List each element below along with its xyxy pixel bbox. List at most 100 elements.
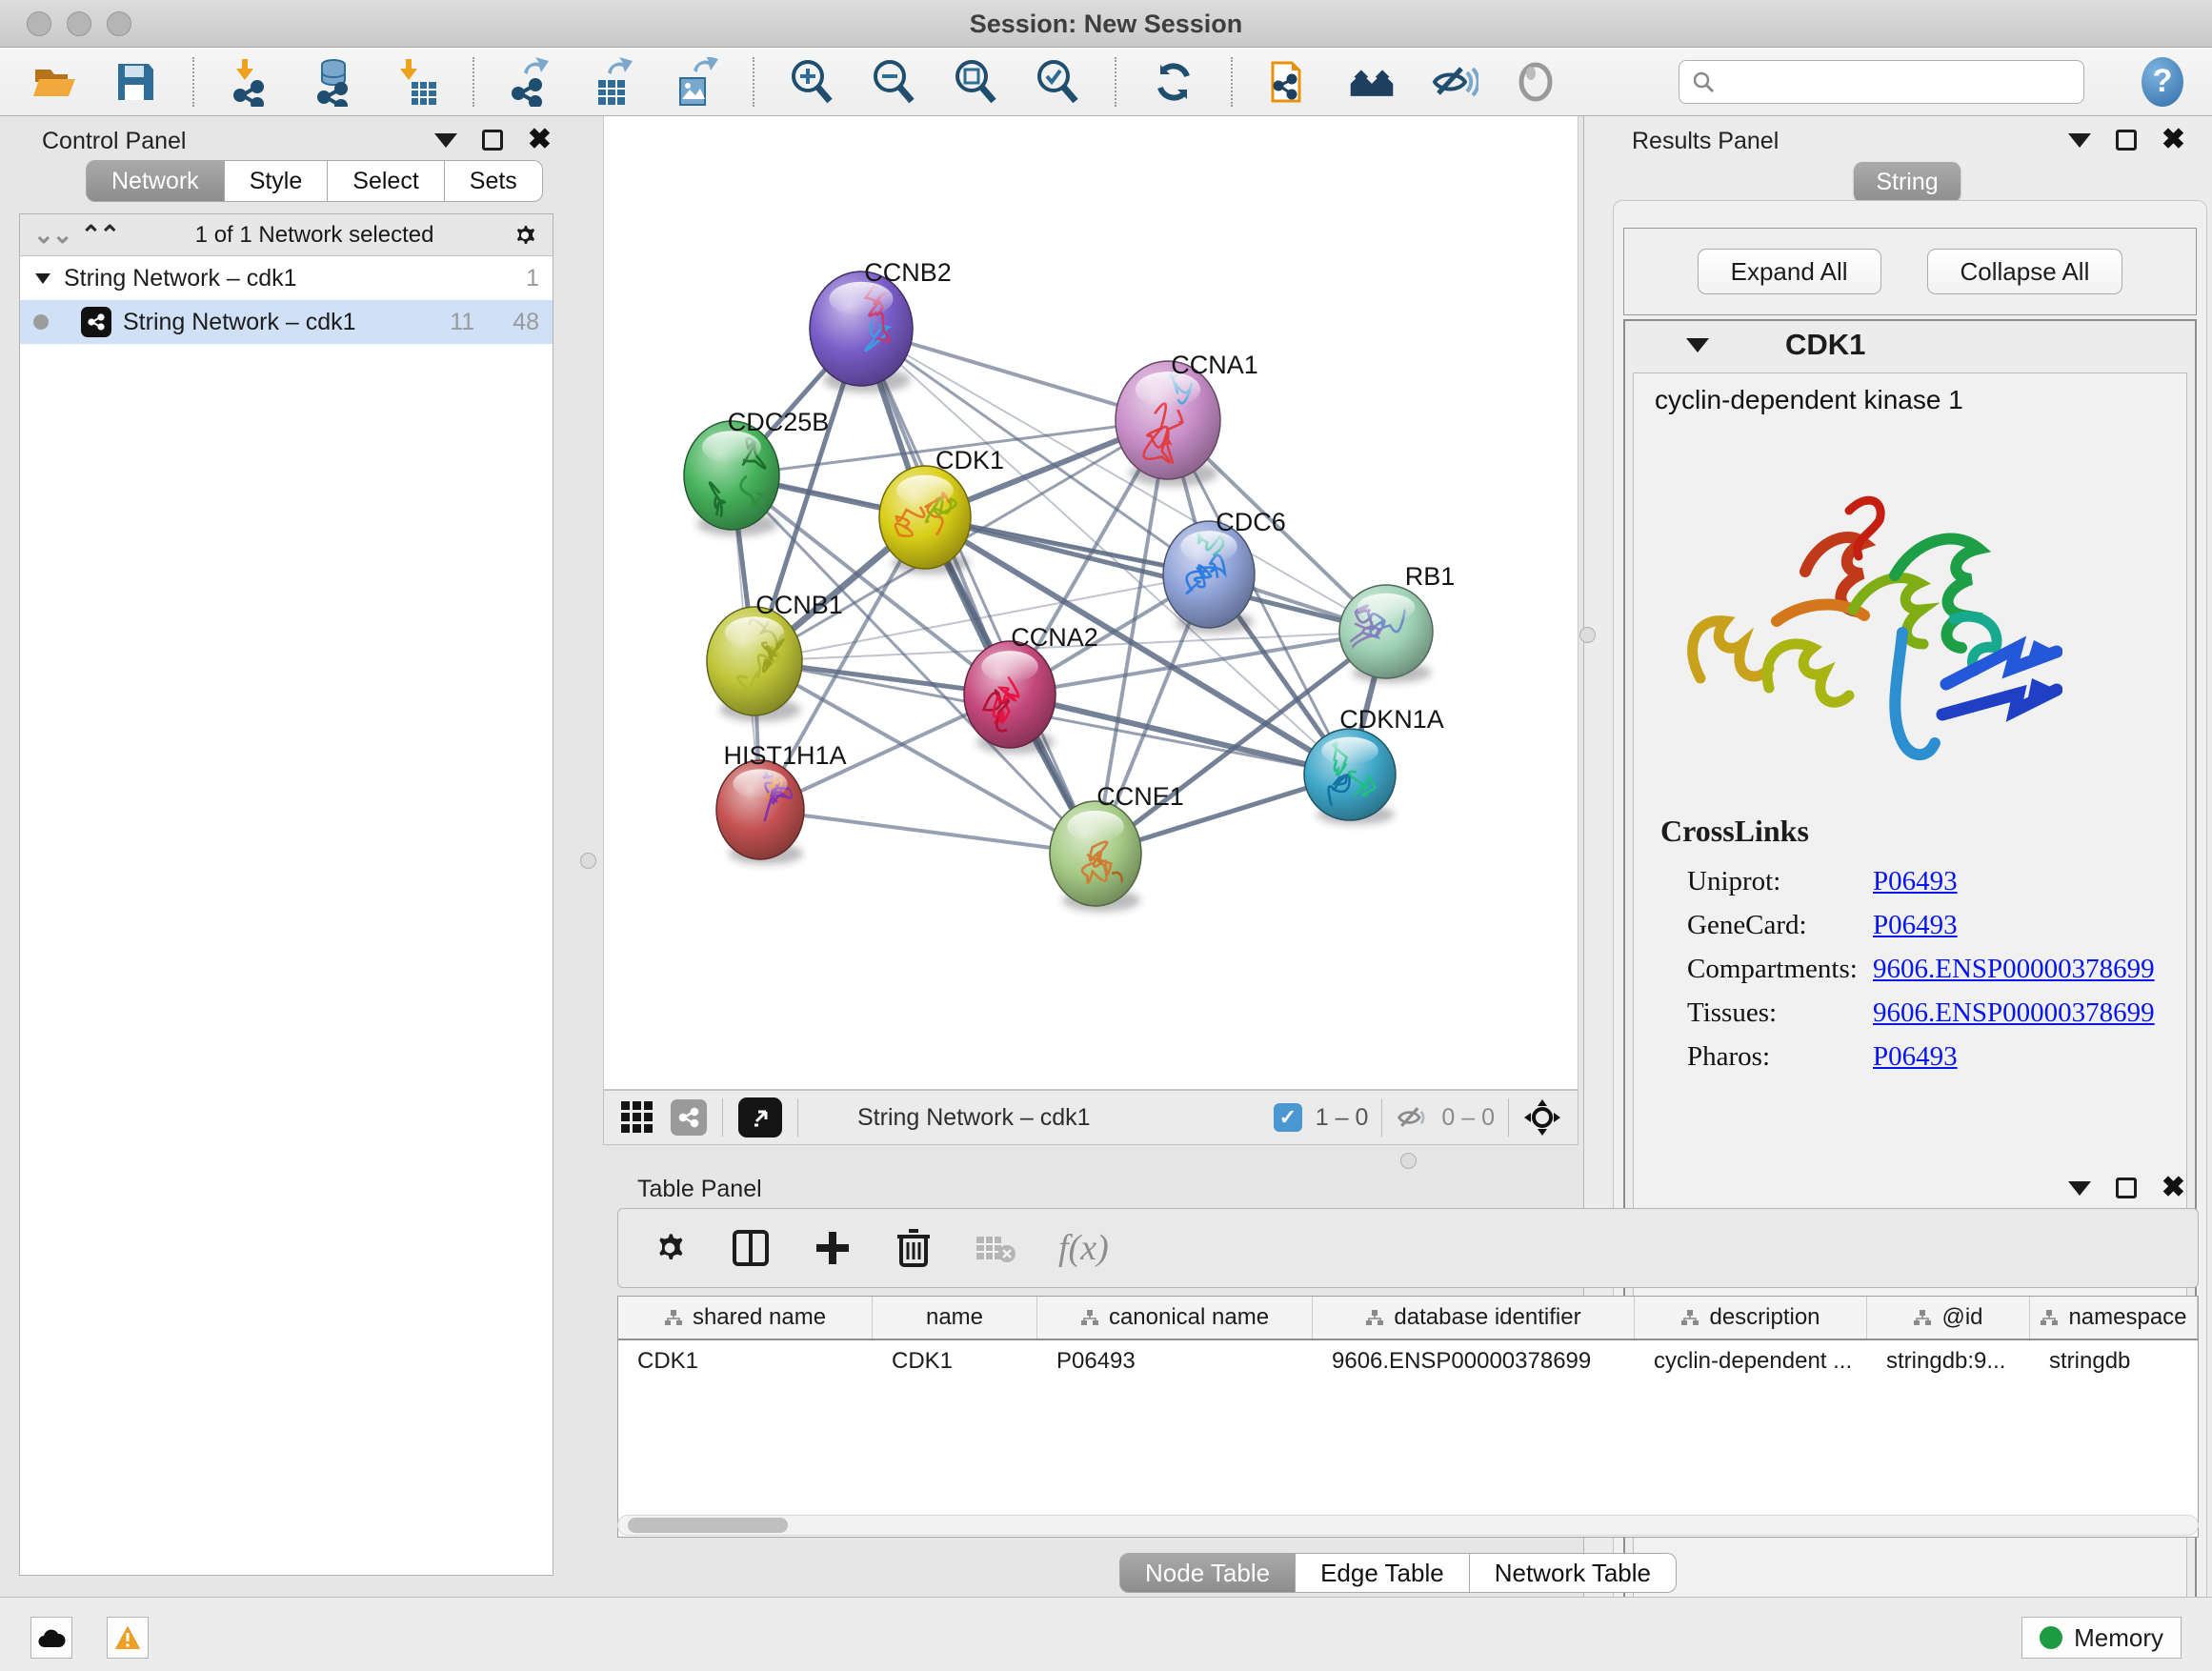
toolbar-search[interactable] [1679, 60, 2084, 104]
column-header-shared-name[interactable]: shared name [618, 1297, 873, 1339]
tab-edge-table[interactable]: Edge Table [1296, 1553, 1470, 1593]
panel-menu-icon[interactable] [2068, 1181, 2091, 1196]
close-panel-icon[interactable]: ✖ [2162, 130, 2185, 151]
crosslink-link[interactable]: 9606.ENSP00000378699 [1873, 954, 2155, 985]
float-panel-icon[interactable] [482, 130, 503, 151]
table-cell[interactable]: CDK1 [873, 1340, 1037, 1382]
delete-column-icon[interactable] [895, 1227, 933, 1269]
table-options-gear-icon[interactable] [651, 1229, 689, 1267]
network-options-gear-icon[interactable] [511, 221, 539, 250]
open-in-window-icon[interactable] [738, 1097, 782, 1137]
column-header-database-identifier[interactable]: database identifier [1313, 1297, 1635, 1339]
graph-edge-CCNA2-CDKN1A[interactable] [1010, 695, 1350, 775]
collection-label: String Network – cdk1 [64, 265, 297, 292]
graph-node-RB1[interactable]: RB1 [1339, 562, 1455, 683]
float-panel-icon[interactable] [2116, 130, 2137, 151]
network-share-icon[interactable] [671, 1099, 707, 1136]
table-cell[interactable]: stringdb:9... [1867, 1340, 2030, 1382]
tab-string[interactable]: String [1854, 162, 1961, 202]
scrollbar-thumb[interactable] [628, 1518, 788, 1533]
graph-node-HIST1H1A[interactable]: HIST1H1A [716, 741, 847, 864]
network-row-selected[interactable]: String Network – cdk1 11 48 [20, 300, 553, 344]
right-splitter-handle[interactable] [1579, 627, 1596, 643]
crosslink-link[interactable]: 9606.ENSP00000378699 [1873, 997, 2155, 1029]
cloud-status-button[interactable] [30, 1617, 72, 1659]
graph-edge-HIST1H1A-CCNE1[interactable] [760, 810, 1096, 854]
export-image-icon[interactable] [671, 57, 720, 107]
section-collapse-icon[interactable] [1686, 338, 1709, 352]
add-column-icon[interactable] [813, 1228, 853, 1268]
column-header-namespace[interactable]: namespace [2030, 1297, 2198, 1339]
graph-node-CDC25B[interactable]: CDC25B [684, 408, 829, 536]
birds-eye-view-icon[interactable] [619, 1099, 655, 1136]
table-row[interactable]: CDK1CDK1P064939606.ENSP00000378699cyclin… [618, 1340, 2198, 1382]
table-horizontal-scrollbar[interactable] [617, 1515, 2199, 1536]
hide-unhide-icon[interactable] [1429, 57, 1478, 107]
help-icon[interactable]: ? [2142, 57, 2183, 107]
collapse-all-networks-icon[interactable]: ⌄⌄ [33, 220, 71, 250]
expand-all-button[interactable]: Expand All [1698, 249, 1881, 294]
toolbar-separator [473, 57, 474, 107]
save-session-icon[interactable] [111, 57, 160, 107]
network-canvas[interactable]: CCNB2CCNA1CDC25BCDK1CDC6RB1CCNB1CCNA2CDK… [603, 116, 1579, 1090]
memory-button[interactable]: Memory [2021, 1617, 2182, 1659]
warnings-button[interactable] [107, 1617, 149, 1659]
export-network-icon[interactable] [507, 57, 556, 107]
import-network-from-database-icon[interactable] [309, 57, 358, 107]
import-table-icon[interactable] [391, 57, 440, 107]
crosslink-link[interactable]: P06493 [1873, 910, 1958, 941]
tab-sets[interactable]: Sets [445, 160, 543, 202]
tab-network[interactable]: Network [86, 160, 225, 202]
close-panel-icon[interactable]: ✖ [2162, 1178, 2185, 1198]
expand-all-networks-icon[interactable]: ⌃⌃ [81, 220, 119, 250]
column-header-canonical-name[interactable]: canonical name [1037, 1297, 1313, 1339]
selected-checkbox-icon[interactable]: ✓ [1274, 1103, 1302, 1132]
collapse-all-button[interactable]: Collapse All [1927, 249, 2123, 294]
table-cell[interactable]: CDK1 [618, 1340, 873, 1382]
zoom-out-icon[interactable] [869, 57, 918, 107]
preview-icon[interactable] [1511, 57, 1560, 107]
column-header--id[interactable]: @id [1867, 1297, 2030, 1339]
export-table-icon[interactable] [589, 57, 638, 107]
table-cell[interactable]: stringdb [2030, 1340, 2198, 1382]
float-panel-icon[interactable] [2116, 1178, 2137, 1198]
network-collection-row[interactable]: String Network – cdk1 1 [20, 256, 553, 300]
share-document-icon[interactable] [1265, 57, 1315, 107]
function-builder-icon[interactable]: f(x) [1058, 1227, 1109, 1269]
graph-edge-CCNB2-CCNE1[interactable] [861, 329, 1096, 854]
tab-style[interactable]: Style [225, 160, 329, 202]
protein-section-header[interactable]: CDK1 [1625, 321, 2195, 369]
bottom-splitter-handle[interactable] [1400, 1153, 1417, 1169]
crosslink-link[interactable]: P06493 [1873, 1041, 1958, 1073]
close-panel-icon[interactable]: ✖ [528, 130, 552, 151]
refresh-icon[interactable] [1149, 57, 1198, 107]
zoom-fit-icon[interactable] [951, 57, 1000, 107]
column-header-description[interactable]: description [1635, 1297, 1867, 1339]
fit-crosshair-icon[interactable] [1522, 1097, 1562, 1137]
crosslink-link[interactable]: P06493 [1873, 866, 1958, 897]
show-columns-icon[interactable] [731, 1228, 771, 1268]
graph-node-CCNB2[interactable]: CCNB2 [810, 258, 952, 393]
hidden-eye-slash-icon[interactable] [1396, 1103, 1428, 1132]
tab-select[interactable]: Select [328, 160, 444, 202]
panel-menu-icon[interactable] [434, 133, 457, 148]
collection-expand-icon[interactable] [33, 271, 52, 286]
table-cell[interactable]: cyclin-dependent ... [1635, 1340, 1867, 1382]
table-cell[interactable]: 9606.ENSP00000378699 [1313, 1340, 1635, 1382]
open-session-icon[interactable] [29, 57, 78, 107]
zoom-selected-icon[interactable] [1033, 57, 1082, 107]
tab-node-table[interactable]: Node Table [1119, 1553, 1296, 1593]
network-graph[interactable]: CCNB2CCNA1CDC25BCDK1CDC6RB1CCNB1CCNA2CDK… [604, 116, 1578, 1088]
panel-menu-icon[interactable] [2068, 133, 2091, 148]
delete-table-icon[interactable] [975, 1231, 1016, 1265]
string-home-icon[interactable] [1347, 57, 1397, 107]
column-header-name[interactable]: name [873, 1297, 1037, 1339]
zoom-in-icon[interactable] [787, 57, 836, 107]
search-input[interactable] [1723, 68, 2072, 96]
graph-node-CDKN1A[interactable]: CDKN1A [1304, 705, 1444, 825]
tab-network-table[interactable]: Network Table [1470, 1553, 1677, 1593]
graph-node-CCNA1[interactable]: CCNA1 [1116, 351, 1258, 487]
import-network-icon[interactable] [227, 57, 276, 107]
table-cell[interactable]: P06493 [1037, 1340, 1313, 1382]
left-splitter-handle[interactable] [580, 853, 596, 869]
